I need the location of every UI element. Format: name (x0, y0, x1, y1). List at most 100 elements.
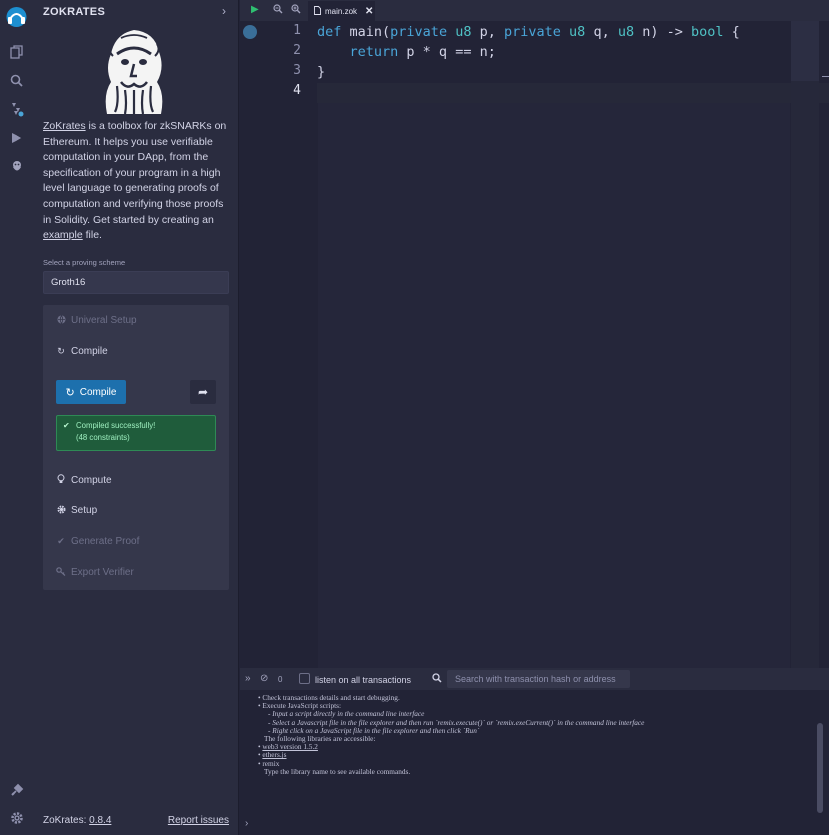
key-icon (56, 567, 66, 578)
code-token: def (317, 24, 342, 40)
universal-setup-step: Univeral Setup (56, 315, 137, 326)
example-link[interactable]: example (43, 229, 83, 241)
terminal-line[interactable]: • ethers.js (258, 751, 808, 759)
line-number: 1 (293, 23, 301, 38)
code-token: u8 (455, 24, 472, 40)
tab-main-zok[interactable]: main.zok ✕ (308, 1, 375, 21)
file-icon (314, 5, 321, 17)
share-icon[interactable]: ➦ (190, 380, 216, 404)
zoom-in-icon[interactable] (291, 4, 301, 17)
panel-footer: ZoKrates: 0.8.4 Report issues (43, 815, 229, 826)
check-icon: ✔ (63, 421, 70, 430)
breakpoint-marker[interactable] (243, 25, 257, 39)
panel-title: ZOKRATES (43, 6, 106, 18)
code-token: } (317, 64, 326, 80)
minimap-viewport[interactable] (791, 21, 819, 81)
transaction-search-input[interactable]: Search with transaction hash or address (447, 670, 630, 688)
icon-rail (0, 0, 33, 835)
collapse-icon[interactable]: » (245, 673, 251, 684)
proving-scheme-label: Select a proving scheme (43, 258, 126, 267)
terminal-line: The following libraries are accessible: (264, 734, 376, 744)
terminal-line: Type the library name to see available c… (264, 766, 411, 776)
remix-ide-window: ZOKRATES › ZoKrates is a toolbox for zkS… (0, 0, 829, 835)
zokrates-link[interactable]: ZoKrates (43, 120, 86, 132)
search-icon (432, 673, 442, 686)
scroll-indicator (822, 76, 829, 77)
editor-minimap[interactable] (791, 21, 819, 668)
check-icon: ✔ (57, 536, 65, 546)
tab-label: main.zok (325, 6, 358, 16)
terminal-panel: » ⊘ 0 listen on all transactions Search … (240, 668, 829, 835)
code-token: p * q == n; (398, 44, 496, 60)
file-explorer-icon[interactable] (8, 43, 25, 60)
code-token: bool (691, 24, 724, 40)
gear-icon (56, 505, 66, 516)
description-text-1: is a toolbox for zkSNARKs on Ethereum. I… (43, 120, 227, 226)
plugin-home-icon[interactable] (4, 5, 29, 30)
compile-button[interactable]: ↻ Compile (56, 380, 126, 404)
pending-count: 0 (278, 675, 283, 684)
lightbulb-icon (56, 474, 66, 486)
export-verifier-label: Export Verifier (71, 567, 134, 578)
terminal-line[interactable]: • web3 version 1.5.2 (258, 743, 808, 751)
success-message: Compiled successfully! (76, 421, 156, 430)
terminal-scrollbar[interactable] (817, 723, 823, 813)
sync-icon: ↻ (65, 386, 75, 399)
code-line[interactable]: def main(private u8 p, private u8 q, u8 … (317, 22, 740, 42)
terminal-prompt[interactable]: › (245, 818, 248, 829)
code-token: return (349, 44, 399, 60)
zokrates-panel: ZOKRATES › ZoKrates is a toolbox for zkS… (33, 0, 239, 835)
editor-tab-bar: ▶ main.zok ✕ (240, 0, 829, 21)
export-verifier-step: Export Verifier (56, 567, 134, 578)
code-content[interactable]: def main(private u8 p, private u8 q, u8 … (317, 22, 740, 102)
code-line[interactable] (317, 82, 740, 102)
code-token: q, (585, 24, 618, 40)
generate-proof-label: Generate Proof (71, 536, 140, 547)
setup-step[interactable]: Setup (56, 505, 97, 516)
terminal-toolbar: » ⊘ 0 listen on all transactions Search … (240, 668, 829, 690)
chevron-right-icon[interactable]: › (222, 4, 226, 18)
plugin-description: ZoKrates is a toolbox for zkSNARKs on Et… (43, 119, 233, 244)
code-token: u8 (569, 24, 586, 40)
setup-label: Setup (71, 505, 98, 516)
code-editor: ▶ main.zok ✕ 1 2 3 4 def main(private u8… (240, 0, 829, 668)
clear-icon[interactable]: ⊘ (260, 673, 268, 684)
code-token: { (723, 24, 740, 40)
generate-proof-step: ✔ Generate Proof (56, 536, 139, 547)
universal-setup-label: Univeral Setup (71, 315, 137, 326)
listen-checkbox[interactable] (299, 673, 310, 684)
version-label: ZoKrates: (43, 815, 90, 826)
run-icon[interactable]: ▶ (251, 4, 259, 15)
compile-button-label: Compile (79, 386, 117, 398)
code-line[interactable]: } (317, 62, 740, 82)
code-token: p, (471, 24, 504, 40)
code-token: main( (341, 24, 391, 40)
compute-step[interactable]: Compute (56, 474, 112, 486)
code-token: private (504, 24, 561, 40)
report-issues-link[interactable]: Report issues (168, 815, 229, 826)
proving-scheme-select[interactable]: Groth16 (43, 271, 229, 294)
zoom-out-icon[interactable] (273, 4, 283, 17)
compute-label: Compute (71, 474, 112, 486)
zokrates-logo (97, 24, 171, 116)
code-token: private (390, 24, 448, 40)
deploy-run-icon[interactable] (8, 129, 25, 146)
settings-icon[interactable] (8, 809, 25, 826)
version-link[interactable]: 0.8.4 (89, 815, 111, 826)
code-line[interactable]: return p * q == n; (317, 42, 740, 62)
zokrates-plugin-icon[interactable] (8, 158, 25, 175)
code-token: u8 (617, 24, 635, 40)
compile-step-header: ↻ Compile (56, 346, 108, 357)
plugin-manager-icon[interactable] (8, 781, 25, 798)
workflow-card: Univeral Setup ↻ Compile ↻ Compile ➦ ✔ C… (43, 305, 229, 590)
solidity-compiler-icon[interactable] (8, 100, 25, 117)
description-text-2: file. (82, 229, 102, 242)
compile-step-label: Compile (71, 346, 108, 357)
close-icon[interactable]: ✕ (365, 6, 373, 17)
version-info: ZoKrates: 0.8.4 (43, 815, 111, 826)
search-icon[interactable] (8, 72, 25, 89)
editor-empty-area[interactable] (318, 103, 790, 668)
line-number: 4 (293, 83, 301, 98)
